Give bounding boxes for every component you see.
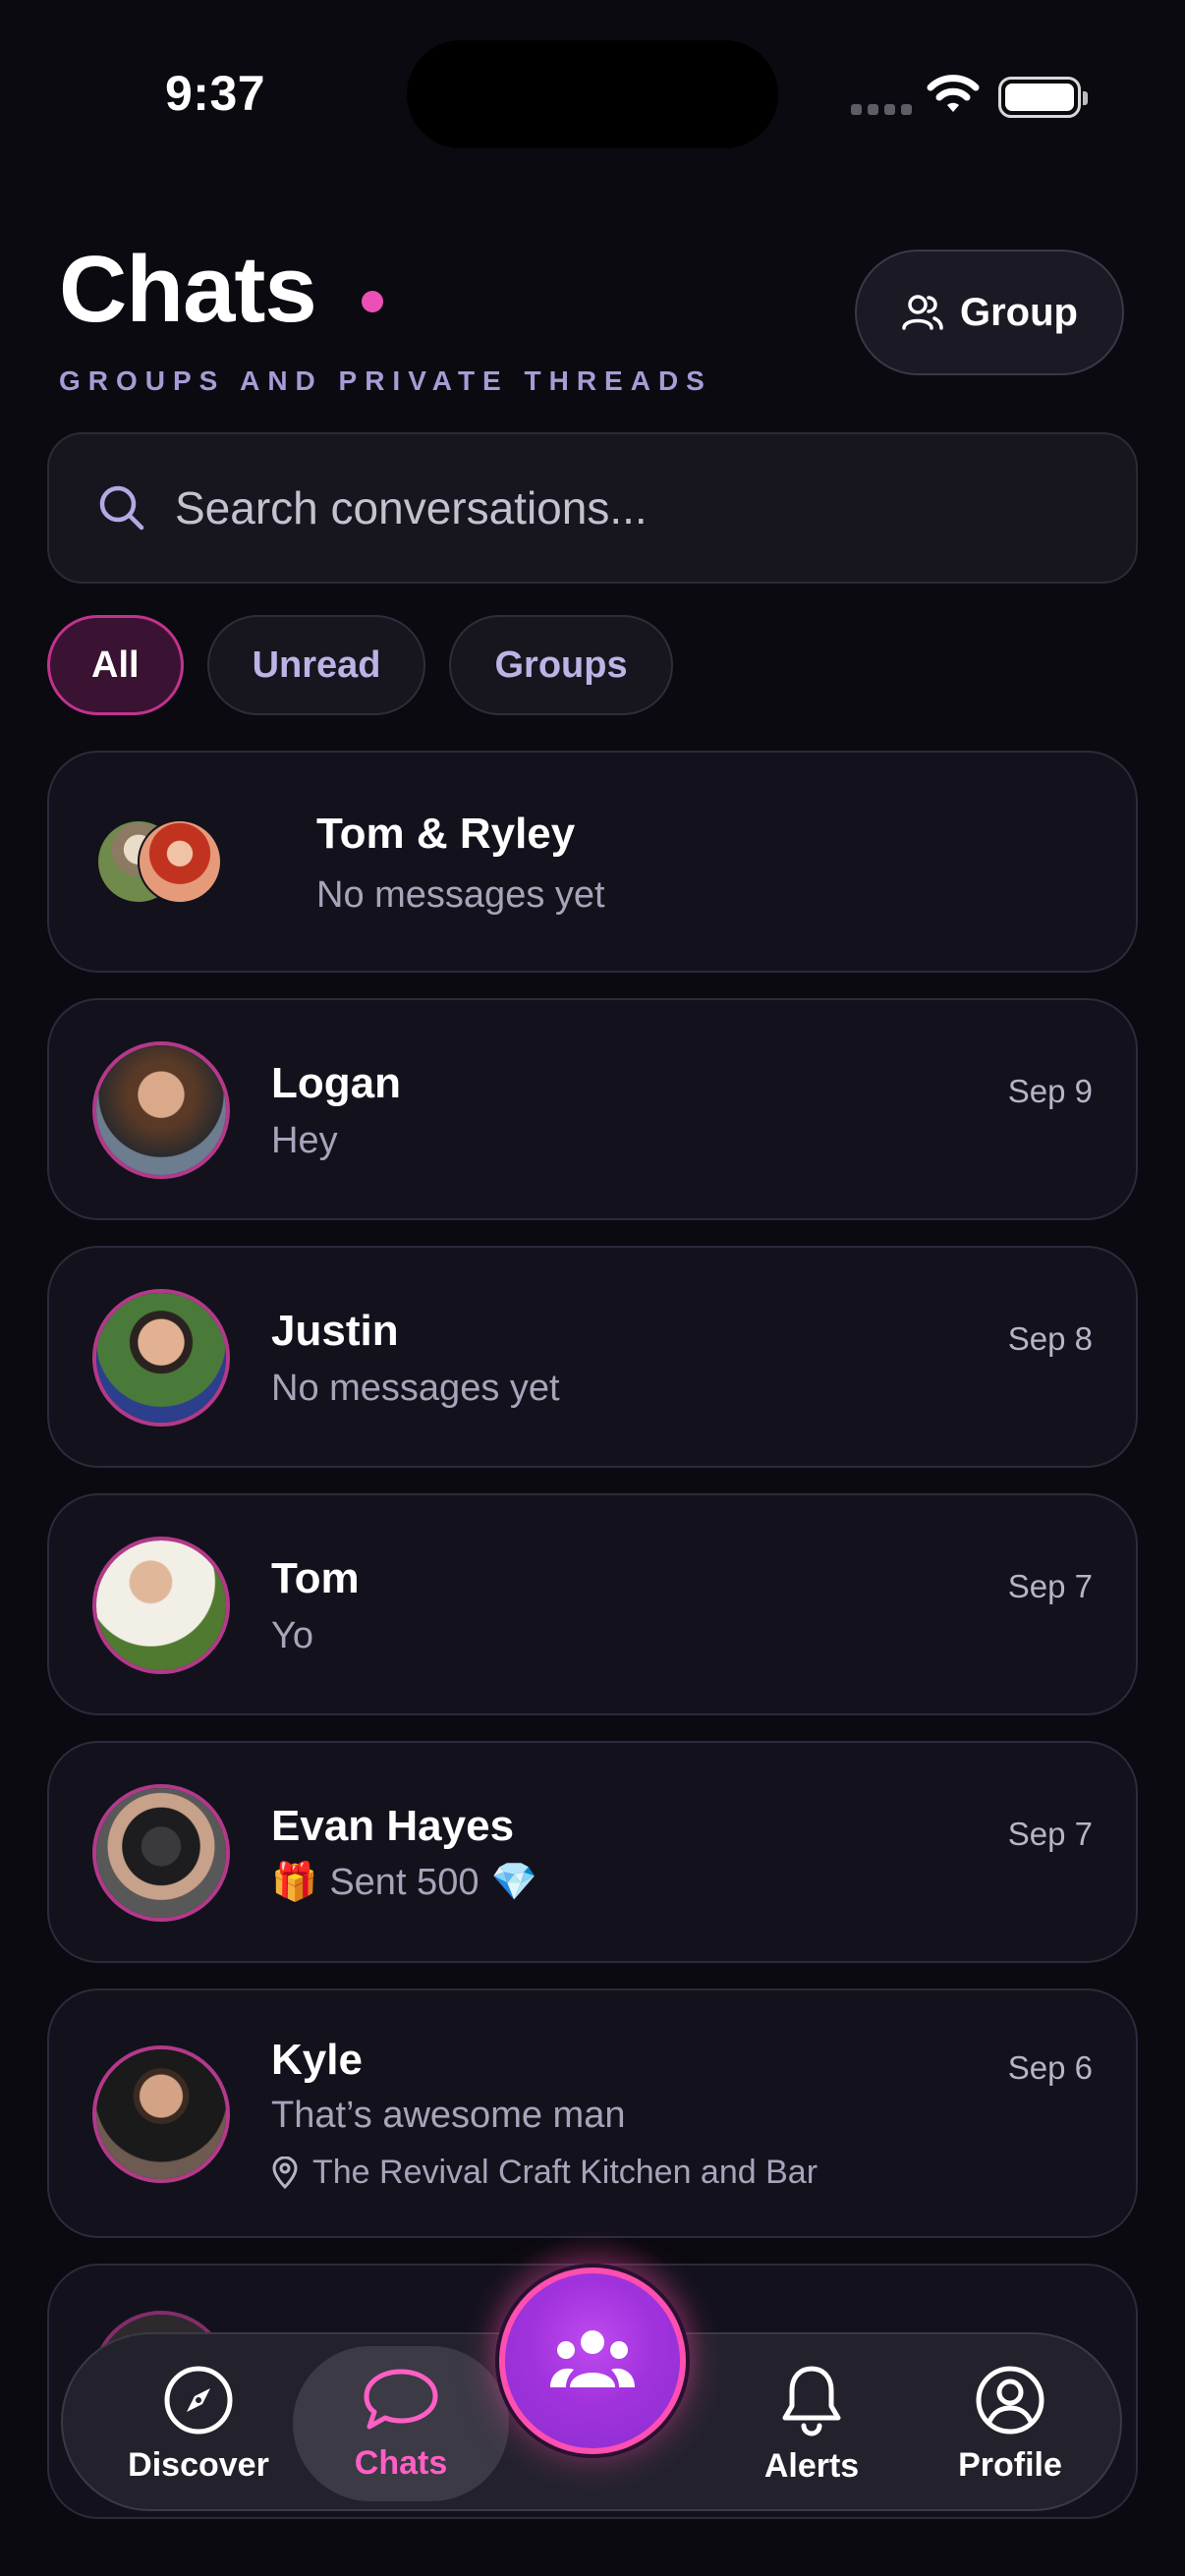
avatar [92,1537,230,1674]
conversation-preview: That’s awesome man [271,2095,626,2136]
battery-icon [998,77,1088,118]
filter-chips: All Unread Groups [47,615,673,715]
conversation-date: Sep 7 [1007,1816,1093,1852]
page-subtitle: GROUPS AND PRIVATE THREADS [59,365,712,396]
preview-text: Sent 500 [329,1861,480,1903]
conversation-preview: No messages yet [316,874,605,916]
avatar [92,2045,230,2183]
new-group-button[interactable]: Group [855,250,1124,375]
search-input[interactable] [175,481,1059,534]
member-avatar [138,819,222,904]
dynamic-island [407,40,778,148]
conversation-preview: Hey [271,1120,338,1161]
new-group-label: Group [960,290,1078,334]
conversation-name: Justin [271,1307,399,1355]
status-time: 9:37 [165,66,266,121]
search-bar[interactable] [47,432,1138,584]
conversation-name: Tom [271,1554,360,1602]
conversation-preview: Yo [271,1615,313,1656]
filter-chip-groups[interactable]: Groups [449,615,673,715]
conversation-date: Sep 6 [1007,2049,1093,2086]
group-avatar [96,817,224,906]
nav-label: Alerts [763,2446,860,2485]
users-icon [902,295,943,330]
conversation-name: Tom & Ryley [316,810,576,858]
nav-label: Profile [958,2445,1062,2484]
search-icon [99,485,144,531]
user-circle-icon [976,2366,1044,2434]
wifi-icon [927,75,980,112]
nav-alerts[interactable]: Alerts [731,2334,892,2513]
avatar [92,1784,230,1922]
nav-label: Chats [354,2443,448,2482]
bell-icon [782,2366,841,2436]
conversation-card[interactable]: Kyle That’s awesome man The Revival Craf… [47,1988,1138,2238]
chat-bubble-icon [364,2369,438,2429]
conversation-name: Kyle [271,2036,363,2084]
diamond-icon: 💎 [490,1862,537,1903]
conversation-date: Sep 7 [1007,1568,1093,1604]
chats-screen: 9:37 Chats GROUPS AND PRIVATE THREADS Gr… [0,0,1185,2576]
signal-icon [851,104,912,115]
compass-icon [164,2366,233,2434]
conversation-preview: No messages yet [271,1368,560,1409]
conversation-card[interactable]: Logan Hey Sep 9 [47,998,1138,1220]
people-group-icon [550,2330,635,2387]
filter-chip-unread[interactable]: Unread [206,615,426,715]
online-dot [362,291,383,312]
center-action-button[interactable] [499,2268,686,2454]
nav-discover[interactable]: Discover [118,2334,279,2513]
page-title: Chats [59,237,317,342]
gift-icon: 🎁 [271,1862,318,1903]
conversation-name: Evan Hayes [271,1802,515,1850]
nav-label: Discover [128,2445,269,2484]
conversation-card[interactable]: Evan Hayes 🎁 Sent 500 💎 Sep 7 [47,1741,1138,1963]
conversation-card[interactable]: Tom & Ryley No messages yet [47,751,1138,973]
map-pin-icon [272,2156,298,2189]
filter-chip-all[interactable]: All [47,615,184,715]
conversation-name: Logan [271,1059,401,1107]
conversation-card[interactable]: Justin No messages yet Sep 8 [47,1246,1138,1468]
nav-profile[interactable]: Profile [930,2334,1091,2513]
avatar [92,1041,230,1179]
conversation-date: Sep 9 [1007,1073,1093,1109]
conversation-preview: 🎁 Sent 500 💎 [271,1861,537,1904]
conversation-date: Sep 8 [1007,1320,1093,1357]
conversation-location: The Revival Craft Kitchen and Bar [271,2154,818,2192]
avatar [92,1289,230,1427]
nav-chats[interactable]: Chats [320,2334,481,2513]
conversation-card[interactable]: Tom Yo Sep 7 [47,1493,1138,1715]
location-text: The Revival Craft Kitchen and Bar [312,2154,818,2191]
